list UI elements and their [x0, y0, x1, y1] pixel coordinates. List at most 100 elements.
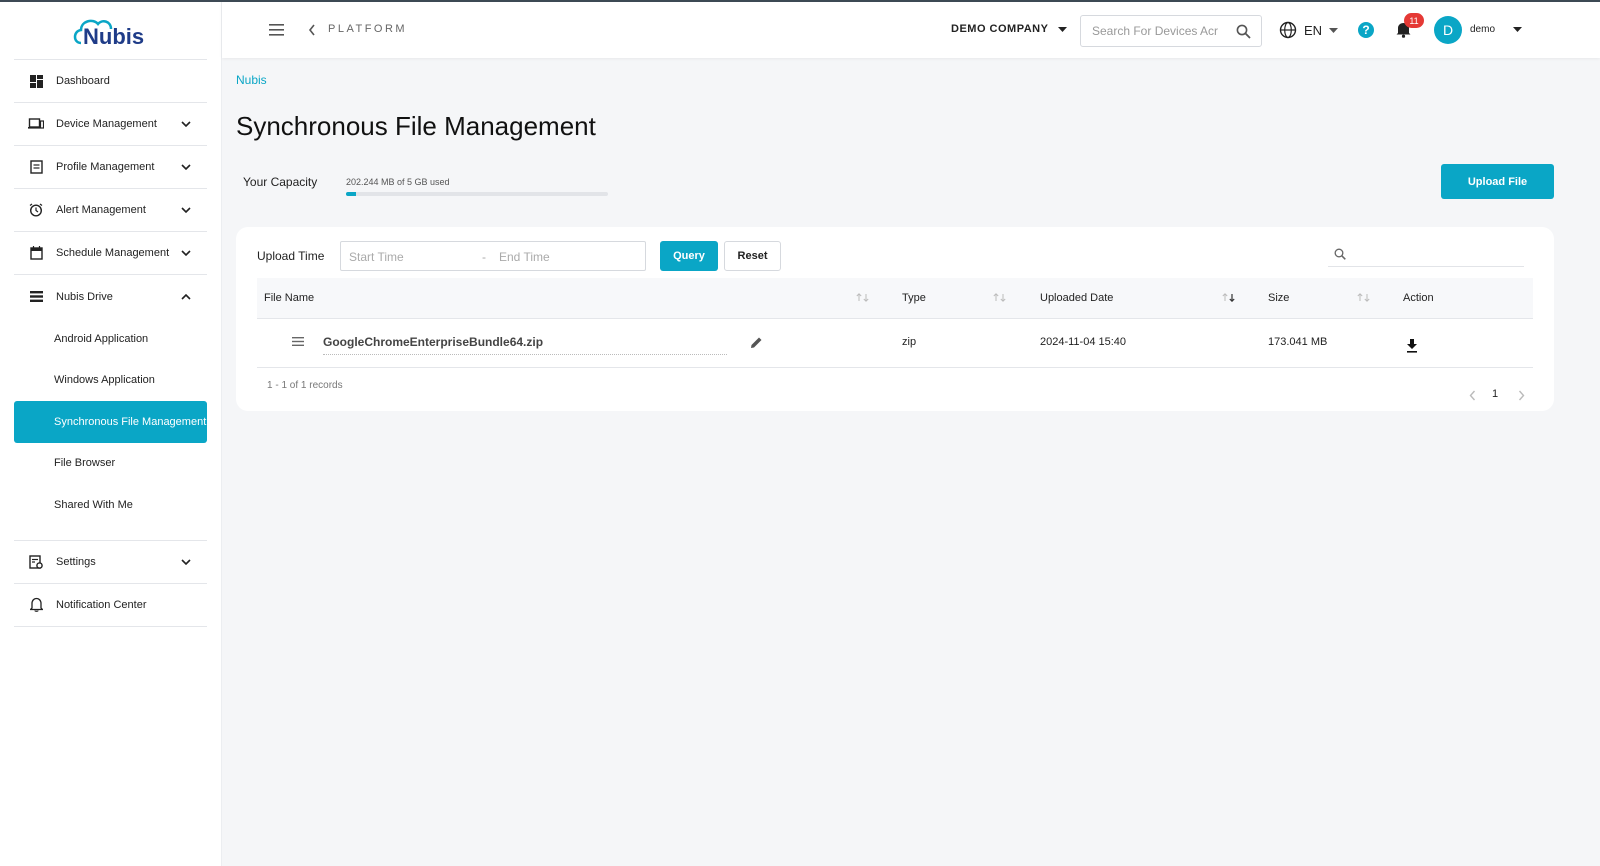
menu-icon[interactable] — [269, 23, 284, 41]
sidebar-item-label: Notification Center — [56, 598, 147, 611]
sort-descending-icon[interactable] — [1222, 293, 1235, 305]
sidebar-subitem-shared-with-me[interactable]: Shared With Me — [14, 484, 207, 526]
chevron-down-icon — [181, 205, 191, 215]
drive-icon — [28, 289, 44, 305]
sidebar: Nubis Dashboard Device Management Profil… — [0, 2, 222, 866]
user-menu[interactable]: demo — [1470, 24, 1523, 35]
sidebar-subitem-android-application[interactable]: Android Application — [14, 318, 207, 360]
date-range-picker[interactable]: Start Time - End Time — [340, 241, 646, 271]
sidebar-item-notification-center[interactable]: Notification Center — [14, 584, 207, 627]
sidebar-item-schedule-management[interactable]: Schedule Management — [14, 232, 207, 275]
column-header-action: Action — [1403, 292, 1434, 304]
nubis-drive-submenu: Android Application Windows Application … — [14, 318, 207, 541]
reset-button[interactable]: Reset — [724, 241, 781, 271]
end-time-field[interactable]: End Time — [499, 250, 550, 264]
avatar[interactable]: D — [1434, 16, 1462, 44]
breadcrumb[interactable]: Nubis — [236, 73, 267, 87]
file-name-cell[interactable]: GoogleChromeEnterpriseBundle64.zip — [323, 335, 727, 355]
calendar-icon — [28, 245, 44, 261]
sidebar-subitem-file-browser[interactable]: File Browser — [14, 443, 207, 485]
logo[interactable]: Nubis — [14, 2, 207, 60]
caret-down-icon — [1329, 27, 1339, 33]
drag-handle-icon[interactable] — [292, 337, 304, 349]
column-header-size[interactable]: Size — [1268, 292, 1289, 304]
sidebar-item-device-management[interactable]: Device Management — [14, 103, 207, 146]
file-type-cell: zip — [902, 336, 917, 348]
capacity-progress-fill — [346, 192, 357, 196]
caret-down-icon — [1513, 27, 1523, 32]
company-selector[interactable]: DEMO COMPANY — [951, 23, 1068, 35]
top-header: PLATFORM DEMO COMPANY EN ? 11 D demo — [222, 2, 1600, 58]
upload-file-button[interactable]: Upload File — [1441, 164, 1554, 199]
uploaded-date-cell: 2024-11-04 15:40 — [1040, 336, 1127, 348]
column-header-uploaded-date[interactable]: Uploaded Date — [1040, 292, 1113, 304]
page-number[interactable]: 1 — [1492, 388, 1498, 400]
help-icon[interactable]: ? — [1357, 21, 1375, 44]
table-header: File Name Type Uploaded Date Size Action — [257, 278, 1533, 319]
sidebar-subitem-windows-application[interactable]: Windows Application — [14, 360, 207, 402]
device-search-input[interactable] — [1092, 24, 1230, 38]
sidebar-item-dashboard[interactable]: Dashboard — [14, 60, 207, 103]
alarm-icon — [28, 202, 44, 218]
records-count: 1 - 1 of 1 records — [267, 380, 343, 391]
capacity-progress-bar — [346, 192, 608, 196]
sidebar-item-label: Schedule Management — [56, 247, 170, 259]
capacity-label: Your Capacity — [243, 175, 318, 189]
globe-icon — [1279, 21, 1297, 39]
sidebar-item-label: Alert Management — [56, 204, 146, 216]
dashboard-icon — [28, 73, 44, 89]
nubis-logo-icon: Nubis — [73, 19, 144, 49]
next-page-icon[interactable] — [1518, 388, 1525, 406]
chevron-down-icon — [181, 248, 191, 258]
sort-icon[interactable] — [856, 293, 869, 305]
column-header-type[interactable]: Type — [902, 292, 926, 304]
company-name: DEMO COMPANY — [951, 23, 1049, 35]
table-search-input[interactable] — [1356, 245, 1516, 259]
sort-icon[interactable] — [1357, 293, 1370, 305]
table-row: GoogleChromeEnterpriseBundle64.zip zip 2… — [257, 319, 1533, 368]
download-icon[interactable] — [1406, 339, 1418, 356]
platform-label: PLATFORM — [328, 23, 408, 35]
bell-outline-icon — [28, 597, 44, 613]
search-icon — [1334, 247, 1346, 265]
capacity-usage-text: 202.244 MB of 5 GB used — [346, 177, 450, 187]
file-size-cell: 173.041 MB — [1268, 336, 1328, 348]
profile-icon — [28, 159, 44, 175]
back-chevron-icon[interactable] — [308, 23, 316, 41]
sidebar-item-label: Device Management — [56, 118, 157, 130]
svg-text:?: ? — [1362, 23, 1369, 37]
chevron-down-icon — [181, 162, 191, 172]
chevron-down-icon — [181, 557, 191, 567]
sidebar-item-label: Nubis Drive — [56, 290, 113, 303]
start-time-field[interactable]: Start Time — [349, 250, 404, 264]
sidebar-subitem-synchronous-file-management[interactable]: Synchronous File Management — [14, 401, 207, 443]
device-search — [1080, 15, 1262, 47]
upload-time-label: Upload Time — [257, 249, 325, 263]
language-code: EN — [1304, 22, 1323, 38]
prev-page-icon[interactable] — [1469, 388, 1476, 406]
column-header-file-name[interactable]: File Name — [264, 292, 314, 304]
chevron-up-icon — [181, 292, 191, 302]
sidebar-item-profile-management[interactable]: Profile Management — [14, 146, 207, 189]
settings-icon — [28, 554, 44, 570]
sidebar-item-label: Settings — [56, 555, 96, 568]
language-selector[interactable]: EN — [1279, 21, 1339, 39]
caret-down-icon — [1058, 26, 1068, 32]
search-icon[interactable] — [1236, 24, 1251, 44]
svg-text:Nubis: Nubis — [83, 24, 144, 49]
sidebar-item-alert-management[interactable]: Alert Management — [14, 189, 207, 232]
sidebar-item-label: Dashboard — [56, 75, 110, 87]
edit-pencil-icon[interactable] — [750, 336, 763, 352]
table-search — [1328, 241, 1524, 267]
query-button[interactable]: Query — [660, 241, 718, 271]
sidebar-item-label: Profile Management — [56, 161, 155, 173]
page-title: Synchronous File Management — [236, 111, 596, 141]
sort-icon[interactable] — [993, 293, 1006, 305]
sidebar-item-nubis-drive[interactable]: Nubis Drive — [14, 275, 207, 318]
chevron-down-icon — [181, 119, 191, 129]
sidebar-item-settings[interactable]: Settings — [14, 541, 207, 584]
username: demo — [1470, 24, 1496, 35]
range-separator: - — [482, 250, 486, 264]
files-card: Upload Time Start Time - End Time Query … — [236, 227, 1554, 411]
notification-count-badge: 11 — [1404, 13, 1424, 28]
